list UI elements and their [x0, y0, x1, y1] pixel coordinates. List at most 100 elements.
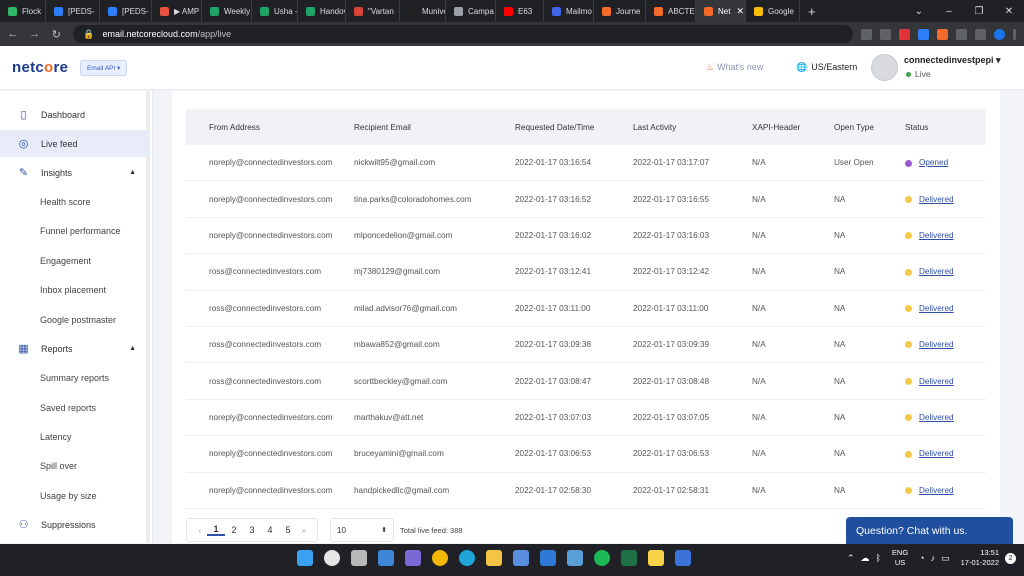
column-header-recipient[interactable]: Recipient Email	[354, 123, 515, 132]
extensions-puzzle-icon[interactable]	[956, 28, 968, 40]
extension-red-icon[interactable]	[899, 28, 911, 40]
reload-icon[interactable]: ↻	[48, 28, 66, 41]
whats-new-link[interactable]: ♨ What's new	[706, 62, 763, 73]
cloud-icon[interactable]: ☁	[861, 553, 870, 564]
table-row[interactable]: ross@connectedinvestors.com mbawa852@gmai…	[186, 327, 986, 364]
table-row[interactable]: noreply@connectedinvestors.com nickwilt95…	[186, 145, 986, 182]
page-size-select[interactable]: 10 ⬍	[330, 518, 394, 542]
prev-page-button[interactable]: ‹	[193, 526, 207, 535]
status-link[interactable]: Delivered	[919, 267, 954, 276]
browser-tab[interactable]: Net ✕	[696, 0, 746, 22]
browser-tab[interactable]: Google	[746, 0, 800, 22]
page-3-button[interactable]: 3	[243, 525, 261, 535]
back-icon[interactable]: ←	[4, 28, 22, 40]
browser-tab[interactable]: ABCTE	[646, 0, 696, 22]
reading-list-icon[interactable]	[975, 28, 987, 40]
windows-start-icon[interactable]	[297, 550, 313, 566]
netcore-logo[interactable]: netcore	[12, 59, 68, 76]
close-tab-icon[interactable]: ✕	[736, 6, 744, 17]
page-5-button[interactable]: 5	[279, 525, 297, 535]
table-row[interactable]: noreply@connectedinvestors.com marthakuv@…	[186, 400, 986, 437]
column-header-requested[interactable]: Requested Date/Time	[515, 123, 633, 132]
status-link[interactable]: Delivered	[919, 486, 954, 495]
sidebar-item-summary-reports[interactable]: Summary reports	[0, 364, 150, 391]
sidebar-item-latency[interactable]: Latency	[0, 423, 150, 450]
app-icon[interactable]	[675, 550, 691, 566]
sidebar-item-usage-by-size[interactable]: Usage by size	[0, 482, 150, 509]
next-page-button[interactable]: »	[297, 526, 311, 535]
sidebar-item-dashboard[interactable]: ▯ Dashboard	[0, 101, 150, 128]
sidebar-item-saved-reports[interactable]: Saved reports	[0, 394, 150, 421]
browser-tab[interactable]: E63	[496, 0, 544, 22]
status-link[interactable]: Delivered	[919, 449, 954, 458]
avatar[interactable]	[871, 54, 898, 81]
close-window-icon[interactable]: ✕	[994, 6, 1024, 17]
tab-search-icon[interactable]: ⌄	[904, 6, 934, 17]
sidebar-item-insights[interactable]: ✎ Insights ▲	[0, 159, 150, 186]
restore-icon[interactable]: ❐	[964, 6, 994, 17]
chat-button[interactable]: Question? Chat with us.	[846, 517, 1013, 544]
table-row[interactable]: noreply@connectedinvestors.com tina.parks…	[186, 181, 986, 218]
column-header-open-type[interactable]: Open Type	[834, 123, 905, 132]
sidebar-item-google-postmaster[interactable]: Google postmaster	[0, 306, 150, 333]
browser-tab[interactable]: [PEDS-	[46, 0, 100, 22]
language-indicator[interactable]: ENG US	[892, 548, 908, 568]
status-link[interactable]: Delivered	[919, 413, 954, 422]
browser-tab[interactable]: [PEDS-	[100, 0, 152, 22]
browser-tab[interactable]: Flock	[0, 0, 46, 22]
status-link[interactable]: Delivered	[919, 231, 954, 240]
browser-tab[interactable]: "Vartan	[346, 0, 400, 22]
bluetooth-icon[interactable]: ᛒ	[876, 553, 881, 563]
sidebar-item-spill-over[interactable]: Spill over	[0, 452, 150, 479]
browser-tab[interactable]: Usha -	[252, 0, 298, 22]
profile-icon[interactable]	[994, 28, 1006, 40]
battery-icon[interactable]: ▭	[941, 553, 950, 564]
sidebar-item-suppressions[interactable]: ⚇ Suppressions	[0, 511, 150, 538]
sidebar-item-inbox-placement[interactable]: Inbox placement	[0, 276, 150, 303]
teams-chat-icon[interactable]	[405, 550, 421, 566]
page-2-button[interactable]: 2	[225, 525, 243, 535]
status-link[interactable]: Opened	[919, 158, 948, 167]
task-view-icon[interactable]	[351, 550, 367, 566]
sidebar-item-live-feed[interactable]: ◎ Live feed	[0, 130, 150, 157]
browser-tab[interactable]: Munive	[400, 0, 446, 22]
mail-icon[interactable]	[540, 550, 556, 566]
new-tab-icon[interactable]: +	[808, 4, 816, 19]
browser-tab[interactable]: Mailmo	[544, 0, 594, 22]
bookmark-star-icon[interactable]	[880, 28, 892, 40]
table-row[interactable]: noreply@connectedinvestors.com handpicked…	[186, 473, 986, 509]
status-link[interactable]: Delivered	[919, 377, 954, 386]
status-link[interactable]: Delivered	[919, 340, 954, 349]
sticky-notes-icon[interactable]	[648, 550, 664, 566]
browser-tab[interactable]: Campa	[446, 0, 496, 22]
tray-overflow-icon[interactable]: ⌃	[847, 553, 855, 564]
column-header-xapi[interactable]: XAPI-Header	[752, 123, 834, 132]
extension-s-icon[interactable]	[918, 28, 930, 40]
search-icon[interactable]	[324, 550, 340, 566]
table-row[interactable]: ross@connectedinvestors.com scorttbeckley…	[186, 363, 986, 400]
column-header-from[interactable]: From Address	[186, 123, 354, 132]
table-row[interactable]: ross@connectedinvestors.com milad.advisor…	[186, 291, 986, 327]
share-icon[interactable]	[861, 28, 873, 40]
status-link[interactable]: Delivered	[919, 195, 954, 204]
browser-tab[interactable]: Weekly	[202, 0, 252, 22]
status-link[interactable]: Delivered	[919, 304, 954, 313]
notification-badge[interactable]: 2	[1005, 552, 1016, 564]
extension-orange-icon[interactable]	[937, 28, 949, 40]
store-icon[interactable]	[513, 550, 529, 566]
sidebar-item-health-score[interactable]: Health score	[0, 188, 150, 215]
sidebar-item-engagement[interactable]: Engagement	[0, 247, 150, 274]
table-row[interactable]: noreply@connectedinvestors.com bruceyamin…	[186, 436, 986, 473]
browser-tab[interactable]: Handov	[298, 0, 346, 22]
excel-icon[interactable]	[621, 550, 637, 566]
menu-icon[interactable]	[1013, 28, 1017, 40]
photos-icon[interactable]	[567, 550, 583, 566]
wifi-icon[interactable]: ◔	[919, 553, 924, 563]
column-header-last-activity[interactable]: Last Activity	[633, 123, 752, 132]
column-header-status[interactable]: Status	[905, 123, 986, 132]
page-1-button[interactable]: 1	[207, 524, 225, 536]
table-row[interactable]: noreply@connectedinvestors.com mlponcedel…	[186, 218, 986, 255]
clock[interactable]: 13:51 17-01-2022	[961, 548, 999, 568]
sidebar-item-funnel-performance[interactable]: Funnel performance	[0, 217, 150, 244]
file-explorer-icon[interactable]	[486, 550, 502, 566]
